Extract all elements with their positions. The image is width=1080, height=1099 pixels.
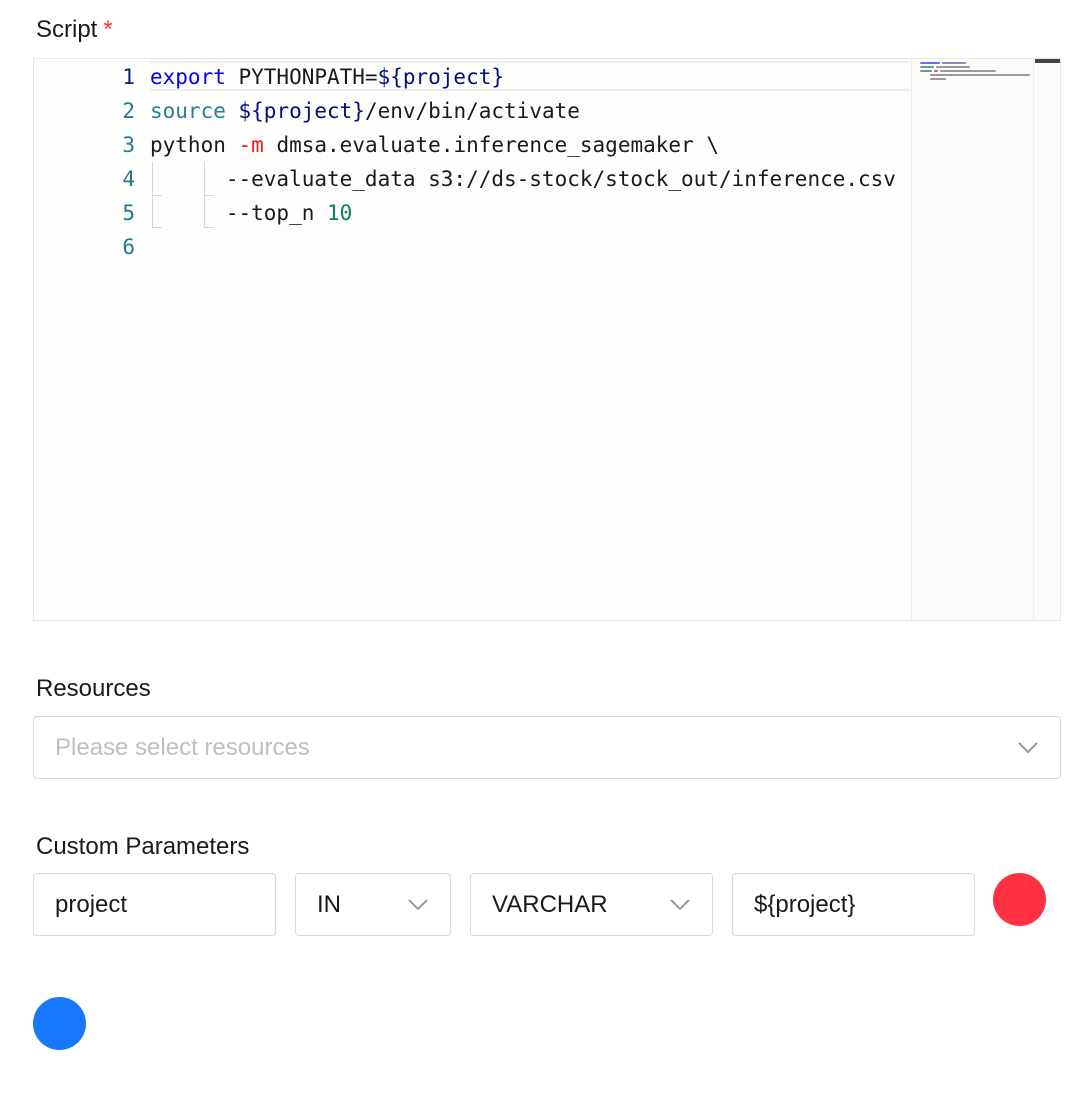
param-prop-input[interactable]: project <box>33 873 276 936</box>
minimap-row <box>936 66 970 68</box>
code-token: PYTHONPATH= <box>225 65 378 89</box>
param-value-text: ${project} <box>754 890 856 918</box>
line-number: 1 <box>122 65 135 89</box>
code-area[interactable]: export PYTHONPATH=${project} source ${pr… <box>150 59 910 620</box>
code-line: python -m dmsa.evaluate.inference_sagema… <box>150 128 719 162</box>
minimap-row <box>920 66 934 68</box>
minimap-row <box>940 70 996 72</box>
code-token: ${project} <box>377 65 505 89</box>
code-token: --top_n <box>150 201 328 225</box>
code-token: export <box>150 65 226 89</box>
required-mark: * <box>103 16 113 43</box>
param-value-input[interactable]: ${project} <box>732 873 975 936</box>
chevron-down-icon <box>408 898 428 910</box>
code-token: ${project} <box>238 99 365 123</box>
minimap-row <box>920 70 932 72</box>
code-line: --top_n 10 <box>150 196 352 230</box>
delete-parameter-button[interactable] <box>993 873 1046 926</box>
code-token: 10 <box>327 201 353 225</box>
resources-placeholder: Please select resources <box>55 733 310 761</box>
code-token: dmsa.evaluate.inference_sagemaker \ <box>263 133 719 157</box>
minimap-row <box>930 74 1030 76</box>
line-number: 2 <box>122 99 135 123</box>
code-token: --evaluate_data s3://ds-stock/stock_out/… <box>150 167 896 191</box>
chevron-down-icon <box>1018 741 1038 753</box>
param-type-select[interactable]: VARCHAR <box>470 873 713 936</box>
line-number-gutter: 1 2 3 4 5 6 <box>34 59 144 620</box>
param-direct-value: IN <box>317 890 341 918</box>
minimap-row <box>930 78 946 80</box>
code-token: -m <box>238 133 264 157</box>
code-line: --evaluate_data s3://ds-stock/stock_out/… <box>150 162 896 196</box>
line-number: 3 <box>122 133 135 157</box>
add-parameter-button[interactable] <box>33 997 86 1050</box>
minimap-row <box>942 62 966 64</box>
param-type-value: VARCHAR <box>492 890 608 918</box>
resources-label: Resources <box>36 675 151 702</box>
editor-scrollbar[interactable] <box>1033 59 1060 620</box>
line-number: 4 <box>122 167 135 191</box>
code-line: export PYTHONPATH=${project} <box>150 60 504 94</box>
resources-select[interactable]: Please select resources <box>33 716 1061 779</box>
script-label: Script * <box>36 16 113 44</box>
scrollbar-thumb[interactable] <box>1035 59 1060 63</box>
code-line: source ${project}/env/bin/activate <box>150 94 580 128</box>
line-number: 6 <box>122 235 135 259</box>
param-direct-select[interactable]: IN <box>295 873 451 936</box>
code-token: python <box>150 133 239 157</box>
script-label-text: Script <box>36 16 98 43</box>
param-prop-value: project <box>55 890 128 918</box>
script-editor[interactable]: 1 2 3 4 5 6 export PYTHONPATH=${project}… <box>33 58 1061 621</box>
chevron-down-icon <box>670 898 690 910</box>
line-number: 5 <box>122 201 135 225</box>
minimap-row <box>920 62 940 64</box>
minimap-row <box>934 70 938 72</box>
custom-parameters-label: Custom Parameters <box>36 833 250 860</box>
code-token: /env/bin/activate <box>364 99 580 123</box>
code-token: source <box>150 99 226 123</box>
editor-minimap[interactable] <box>911 59 1034 620</box>
